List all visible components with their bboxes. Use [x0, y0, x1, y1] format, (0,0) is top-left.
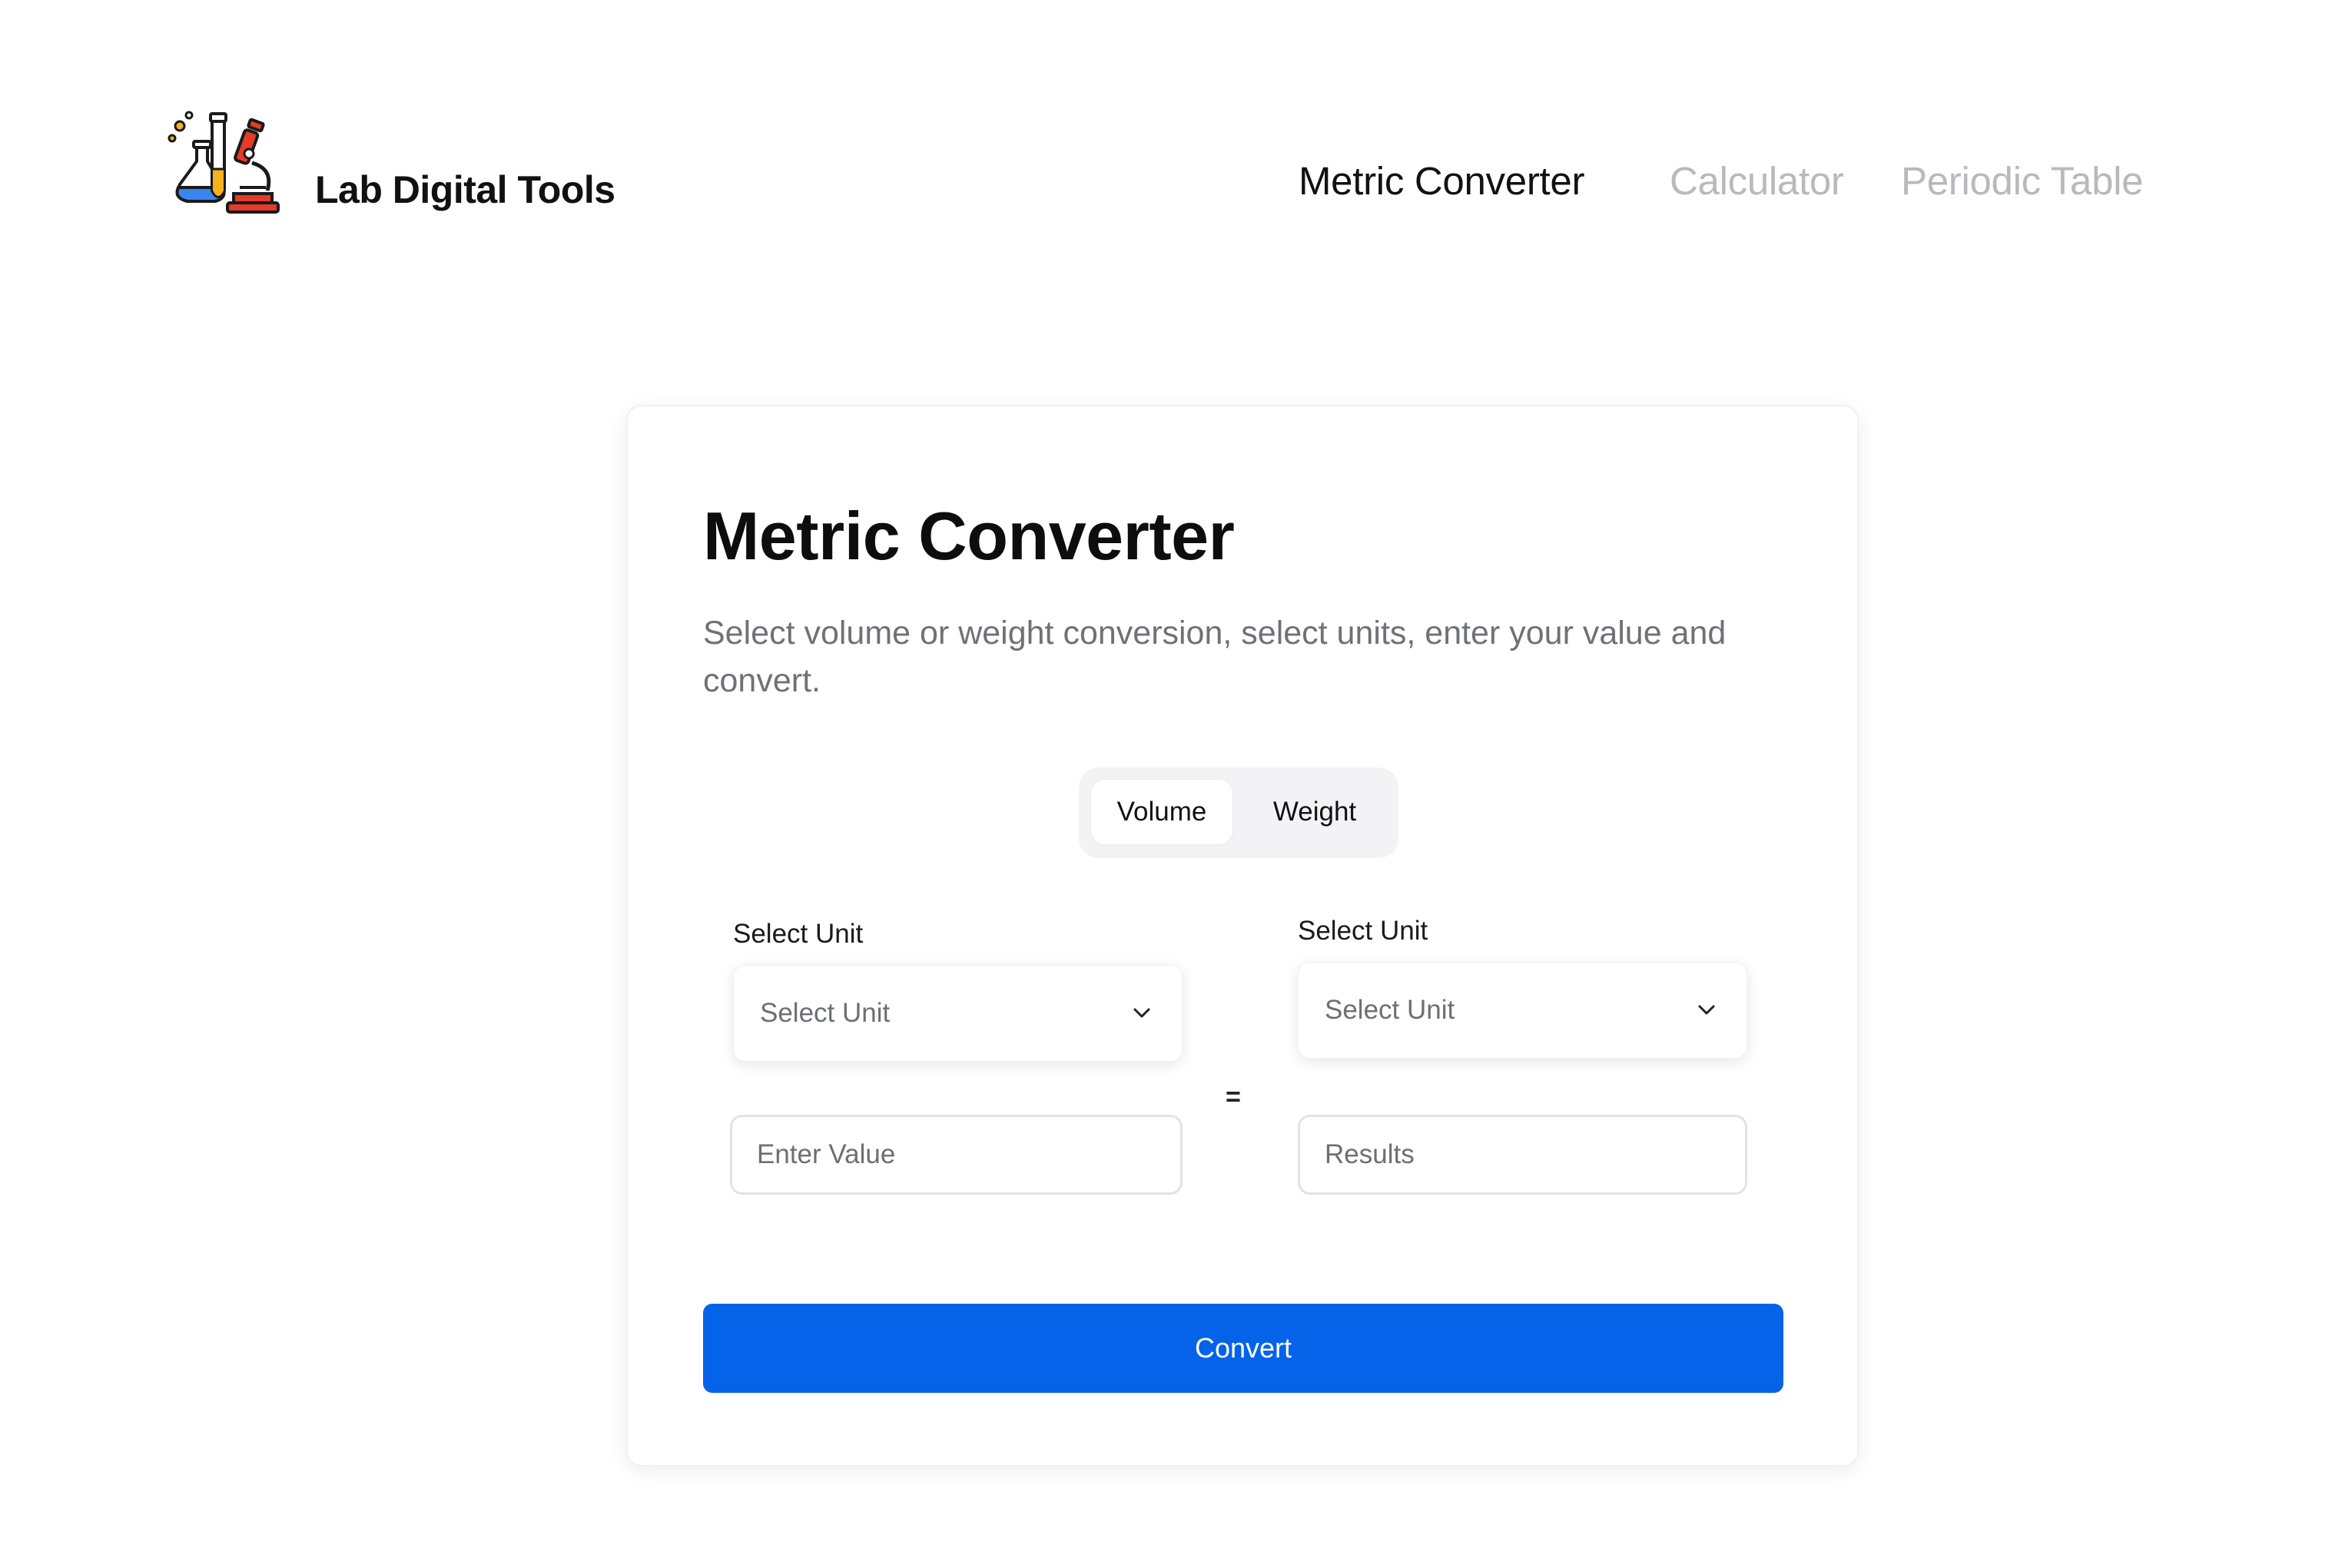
page-title: Metric Converter	[703, 498, 1235, 574]
nav-metric-converter[interactable]: Metric Converter	[1299, 158, 1584, 204]
chevron-down-icon	[1698, 1005, 1715, 1015]
page: Lab Digital Tools Metric Converter Calcu…	[0, 0, 2352, 1568]
to-unit-label: Select Unit	[1298, 916, 1428, 946]
top-nav: Metric Converter Calculator Periodic Tab…	[0, 158, 2352, 212]
converter-card: Metric Converter Select volume or weight…	[626, 405, 1859, 1467]
nav-periodic-table[interactable]: Periodic Table	[1901, 158, 2144, 204]
from-unit-label: Select Unit	[733, 919, 864, 949]
chevron-down-icon	[1133, 1008, 1150, 1018]
value-input[interactable]	[730, 1115, 1183, 1195]
convert-button[interactable]: Convert	[703, 1304, 1783, 1393]
to-unit-select-value: Select Unit	[1325, 995, 1455, 1025]
nav-calculator[interactable]: Calculator	[1670, 158, 1844, 204]
from-unit-select[interactable]: Select Unit	[733, 965, 1183, 1062]
mode-volume-button[interactable]: Volume	[1091, 780, 1232, 844]
mode-weight-button[interactable]: Weight	[1243, 780, 1386, 844]
result-field[interactable]	[1298, 1115, 1747, 1195]
converter-description: Select volume or weight conversion, sele…	[703, 615, 1727, 699]
mode-toggle: Volume Weight	[1079, 767, 1398, 858]
equals-sign: =	[1226, 1082, 1241, 1112]
to-unit-select[interactable]: Select Unit	[1298, 962, 1747, 1059]
from-unit-select-value: Select Unit	[760, 998, 891, 1028]
